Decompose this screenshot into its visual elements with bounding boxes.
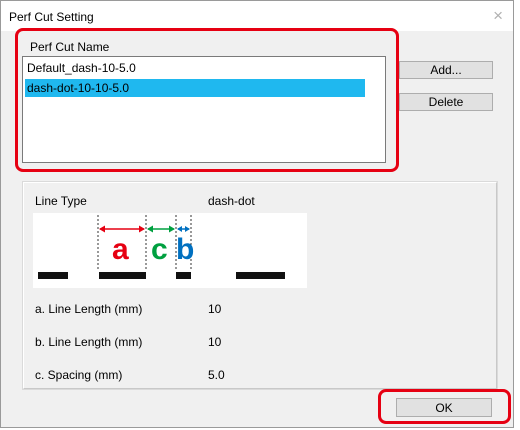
delete-button[interactable]: Delete	[399, 93, 493, 111]
line-type-value: dash-dot	[208, 194, 255, 208]
dot-segment	[176, 272, 191, 279]
param-c-label: c. Spacing (mm)	[35, 368, 123, 382]
line-type-diagram: a c b	[33, 213, 307, 288]
title-bar: Perf Cut Setting ×	[1, 1, 513, 31]
param-a-label: a. Line Length (mm)	[35, 302, 143, 316]
list-item-selected[interactable]: dash-dot-10-10-5.0	[25, 79, 365, 97]
arrow-c-icon	[147, 225, 175, 233]
dash-dot-diagram-svg: a c b	[38, 215, 285, 279]
perf-cut-name-list[interactable]: Default_dash-10-5.0 dash-dot-10-10-5.0	[22, 56, 386, 163]
param-c-value: 5.0	[208, 368, 225, 382]
add-button[interactable]: Add...	[399, 61, 493, 79]
dash-segment	[99, 272, 146, 279]
arrow-a-icon	[99, 225, 145, 233]
close-icon[interactable]: ×	[493, 6, 503, 26]
param-b-label: b. Line Length (mm)	[35, 335, 143, 349]
ok-button[interactable]: OK	[396, 398, 492, 417]
label-a: a	[112, 233, 129, 266]
label-c: c	[151, 233, 168, 266]
line-type-label: Line Type	[35, 194, 87, 208]
arrow-b-icon	[177, 226, 190, 232]
label-b: b	[176, 233, 194, 266]
dash-segment	[236, 272, 285, 279]
param-a-value: 10	[208, 302, 222, 316]
list-item[interactable]: Default_dash-10-5.0	[25, 59, 136, 77]
param-b-value: 10	[208, 335, 222, 349]
dash-segment	[38, 272, 68, 279]
dialog-title: Perf Cut Setting	[9, 10, 94, 24]
perf-cut-name-label: Perf Cut Name	[30, 40, 110, 54]
